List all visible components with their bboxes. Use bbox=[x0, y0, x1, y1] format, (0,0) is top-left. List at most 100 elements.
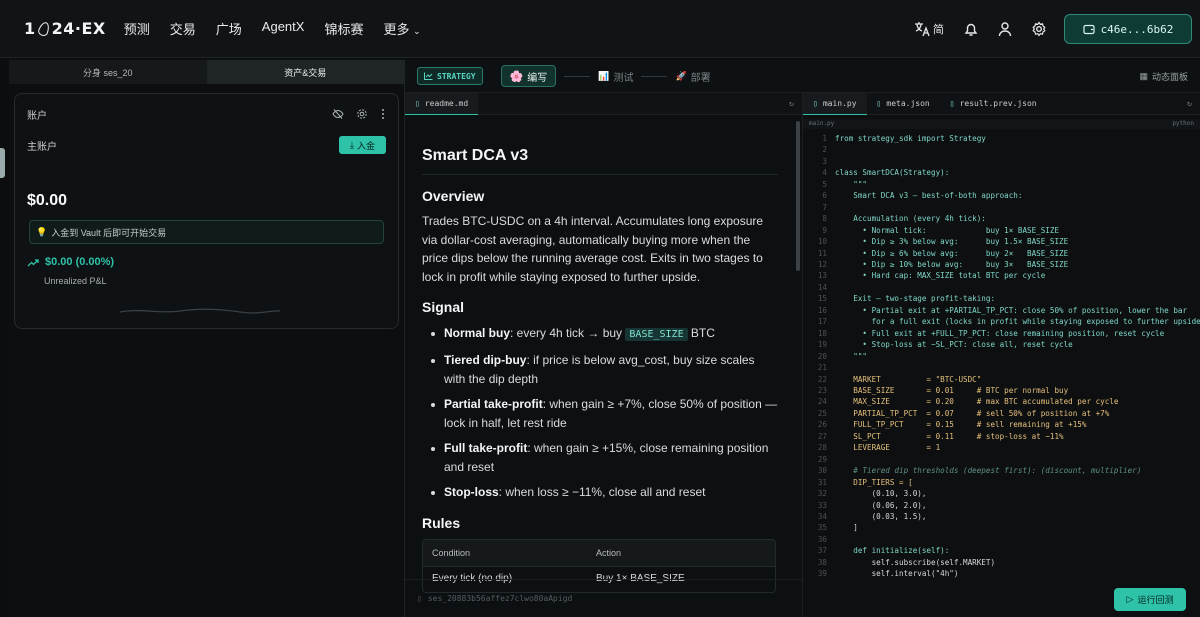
nav-item-tournament[interactable]: 锦标赛 bbox=[324, 19, 363, 38]
wallet-icon bbox=[1082, 24, 1095, 35]
notification-button[interactable] bbox=[954, 14, 988, 44]
list-item: Full take-profit: when gain ≥ +15%, clos… bbox=[422, 439, 778, 476]
side-handle[interactable] bbox=[0, 148, 5, 178]
line-number: 32 bbox=[817, 489, 827, 499]
grid-icon: ▦ bbox=[1139, 70, 1148, 81]
code-line: 16 • Partial exit at +PARTIAL_TP_PCT: cl… bbox=[803, 305, 1200, 316]
code-text: """ bbox=[835, 179, 868, 189]
line-number: 34 bbox=[817, 511, 827, 521]
line-number: 10 bbox=[817, 237, 827, 247]
code-line: 7 bbox=[803, 202, 1200, 213]
nav-item-agentx[interactable]: AgentX bbox=[262, 19, 305, 38]
profile-button[interactable] bbox=[988, 14, 1022, 44]
line-number: 11 bbox=[817, 248, 827, 258]
left-tabs: 分身 ses_20 资产&交易 bbox=[9, 60, 404, 84]
line-number: 20 bbox=[817, 351, 827, 361]
code-line: 14 bbox=[803, 282, 1200, 293]
tab-meta-json[interactable]: ▯ meta.json bbox=[867, 93, 940, 115]
signal-text: : every 4h tick → buy bbox=[510, 325, 626, 340]
file-icon: ▯ bbox=[876, 99, 882, 108]
line-number: 25 bbox=[817, 408, 827, 418]
code-line: 19 • Stop-loss at −SL_PCT: close all, re… bbox=[803, 339, 1200, 350]
nav-more-label: 更多 bbox=[383, 22, 410, 37]
step-test[interactable]: 📊 测试 bbox=[598, 69, 633, 84]
nav-item-more[interactable]: 更多 ⌄ bbox=[383, 19, 420, 38]
line-number: 5 bbox=[822, 179, 827, 189]
code-text: (0.06, 2.0), bbox=[835, 500, 927, 510]
code-text: Exit — two-stage profit-taking: bbox=[835, 294, 996, 304]
code-text: for a full exit (locks in profit while s… bbox=[835, 317, 1200, 327]
language-switch[interactable]: 简 bbox=[914, 21, 954, 37]
account-card-actions bbox=[332, 108, 386, 120]
code-text: class SmartDCA(Strategy): bbox=[835, 168, 950, 178]
strategy-badge: STRATEGY bbox=[417, 67, 483, 85]
session-bar: ▯ ses_20883b56affez7clwo80aApigd bbox=[405, 579, 803, 617]
line-number: 1 bbox=[822, 134, 827, 143]
nav-item-predict[interactable]: 预测 bbox=[124, 19, 150, 38]
code-editor[interactable]: 1 from strategy_sdk import Strategy 2 3 4 cla… bbox=[803, 133, 1200, 580]
gear-icon[interactable] bbox=[356, 108, 368, 120]
refresh-icon[interactable]: ↻ bbox=[789, 99, 794, 108]
run-icon: ▷ bbox=[1126, 594, 1134, 604]
column-condition: Condition bbox=[432, 547, 471, 558]
line-number: 39 bbox=[817, 569, 827, 579]
top-bar: 1 24·EX 预测 交易 广场 AgentX 锦标赛 更多 ⌄ 简 c46e.… bbox=[0, 0, 1200, 58]
code-text: MAX_SIZE = 0.20 # max BTC accumulated pe… bbox=[835, 397, 1119, 407]
eye-off-icon[interactable] bbox=[332, 108, 344, 120]
line-number: 31 bbox=[817, 477, 827, 487]
run-backtest-button[interactable]: ▷ 运行回测 bbox=[1114, 588, 1186, 611]
top-right-controls: 简 c46e...6b62 bbox=[914, 14, 1192, 44]
brand-logo[interactable]: 1 24·EX bbox=[24, 19, 106, 38]
main-account-label: 主账户 bbox=[27, 142, 57, 153]
deposit-button[interactable]: ⤓ 入金 bbox=[339, 136, 386, 154]
code-tabs: ▯ main.py ▯ meta.json ▯ result.prev.json… bbox=[803, 92, 1200, 115]
unrealized-pnl: $0.00 (0.00%) bbox=[27, 256, 114, 268]
line-number: 4 bbox=[822, 168, 827, 178]
refresh-icon[interactable]: ↻ bbox=[1187, 99, 1192, 108]
tab-assets-trade[interactable]: 资产&交易 bbox=[206, 60, 404, 84]
code-text: def initialize(self): bbox=[835, 546, 950, 556]
code-line: 33 (0.06, 2.0), bbox=[803, 500, 1200, 511]
more-vertical-icon[interactable] bbox=[380, 108, 386, 120]
signal-text-post: BTC bbox=[687, 325, 715, 340]
code-line: 2 bbox=[803, 144, 1200, 155]
tab-readme[interactable]: ▯ readme.md bbox=[405, 92, 479, 115]
line-number: 17 bbox=[817, 317, 827, 327]
line-number: 14 bbox=[817, 282, 827, 292]
signal-heading: Signal bbox=[422, 299, 465, 315]
tab-main-py[interactable]: ▯ main.py bbox=[803, 92, 867, 115]
list-item: Partial take-profit: when gain ≥ +7%, cl… bbox=[422, 395, 778, 432]
line-number: 16 bbox=[817, 305, 827, 315]
code-text: Accumulation (every 4h tick): bbox=[835, 214, 986, 224]
dashboard-toggle[interactable]: ▦ 动态面板 bbox=[1139, 70, 1188, 83]
tab-readme-label: readme.md bbox=[424, 98, 469, 108]
step-write[interactable]: 🌸 编写 bbox=[500, 65, 557, 87]
code-line: 13 • Hard cap: MAX_SIZE total BTC per cy… bbox=[803, 270, 1200, 281]
code-path: main.py bbox=[809, 120, 835, 127]
nav-item-square[interactable]: 广场 bbox=[216, 19, 242, 38]
code-text: • Dip ≥ 6% below avg: buy 2× BASE_SIZE bbox=[835, 248, 1069, 258]
account-balance: $0.00 bbox=[27, 192, 68, 209]
readme-scrollbar[interactable] bbox=[796, 121, 800, 271]
bar-chart-icon: 📊 bbox=[598, 70, 610, 81]
lightbulb-icon: 💡 bbox=[36, 226, 48, 237]
deposit-hint-text: 入金到 Vault 后即可开始交易 bbox=[51, 227, 167, 238]
code-line: 32 (0.10, 3.0), bbox=[803, 488, 1200, 499]
line-number: 27 bbox=[817, 431, 827, 441]
gear-icon bbox=[1032, 21, 1046, 37]
settings-button[interactable] bbox=[1022, 14, 1056, 44]
tab-main-py-label: main.py bbox=[822, 98, 857, 108]
main-nav: 预测 交易 广场 AgentX 锦标赛 更多 ⌄ bbox=[124, 19, 421, 38]
signal-label: Normal buy bbox=[444, 325, 511, 340]
line-number: 29 bbox=[817, 454, 827, 464]
tab-session[interactable]: 分身 ses_20 bbox=[9, 60, 207, 84]
step-deploy[interactable]: 🚀 部署 bbox=[675, 69, 710, 84]
code-line: 29 bbox=[803, 454, 1200, 465]
code-text: from strategy_sdk import Strategy bbox=[835, 134, 986, 143]
tab-result-json[interactable]: ▯ result.prev.json bbox=[940, 93, 1047, 115]
wallet-button[interactable]: c46e...6b62 bbox=[1064, 14, 1192, 44]
line-number: 9 bbox=[822, 225, 827, 235]
code-text: • Hard cap: MAX_SIZE total BTC per cycle bbox=[835, 271, 1046, 281]
nav-item-trade[interactable]: 交易 bbox=[170, 19, 196, 38]
line-number: 18 bbox=[817, 328, 827, 338]
